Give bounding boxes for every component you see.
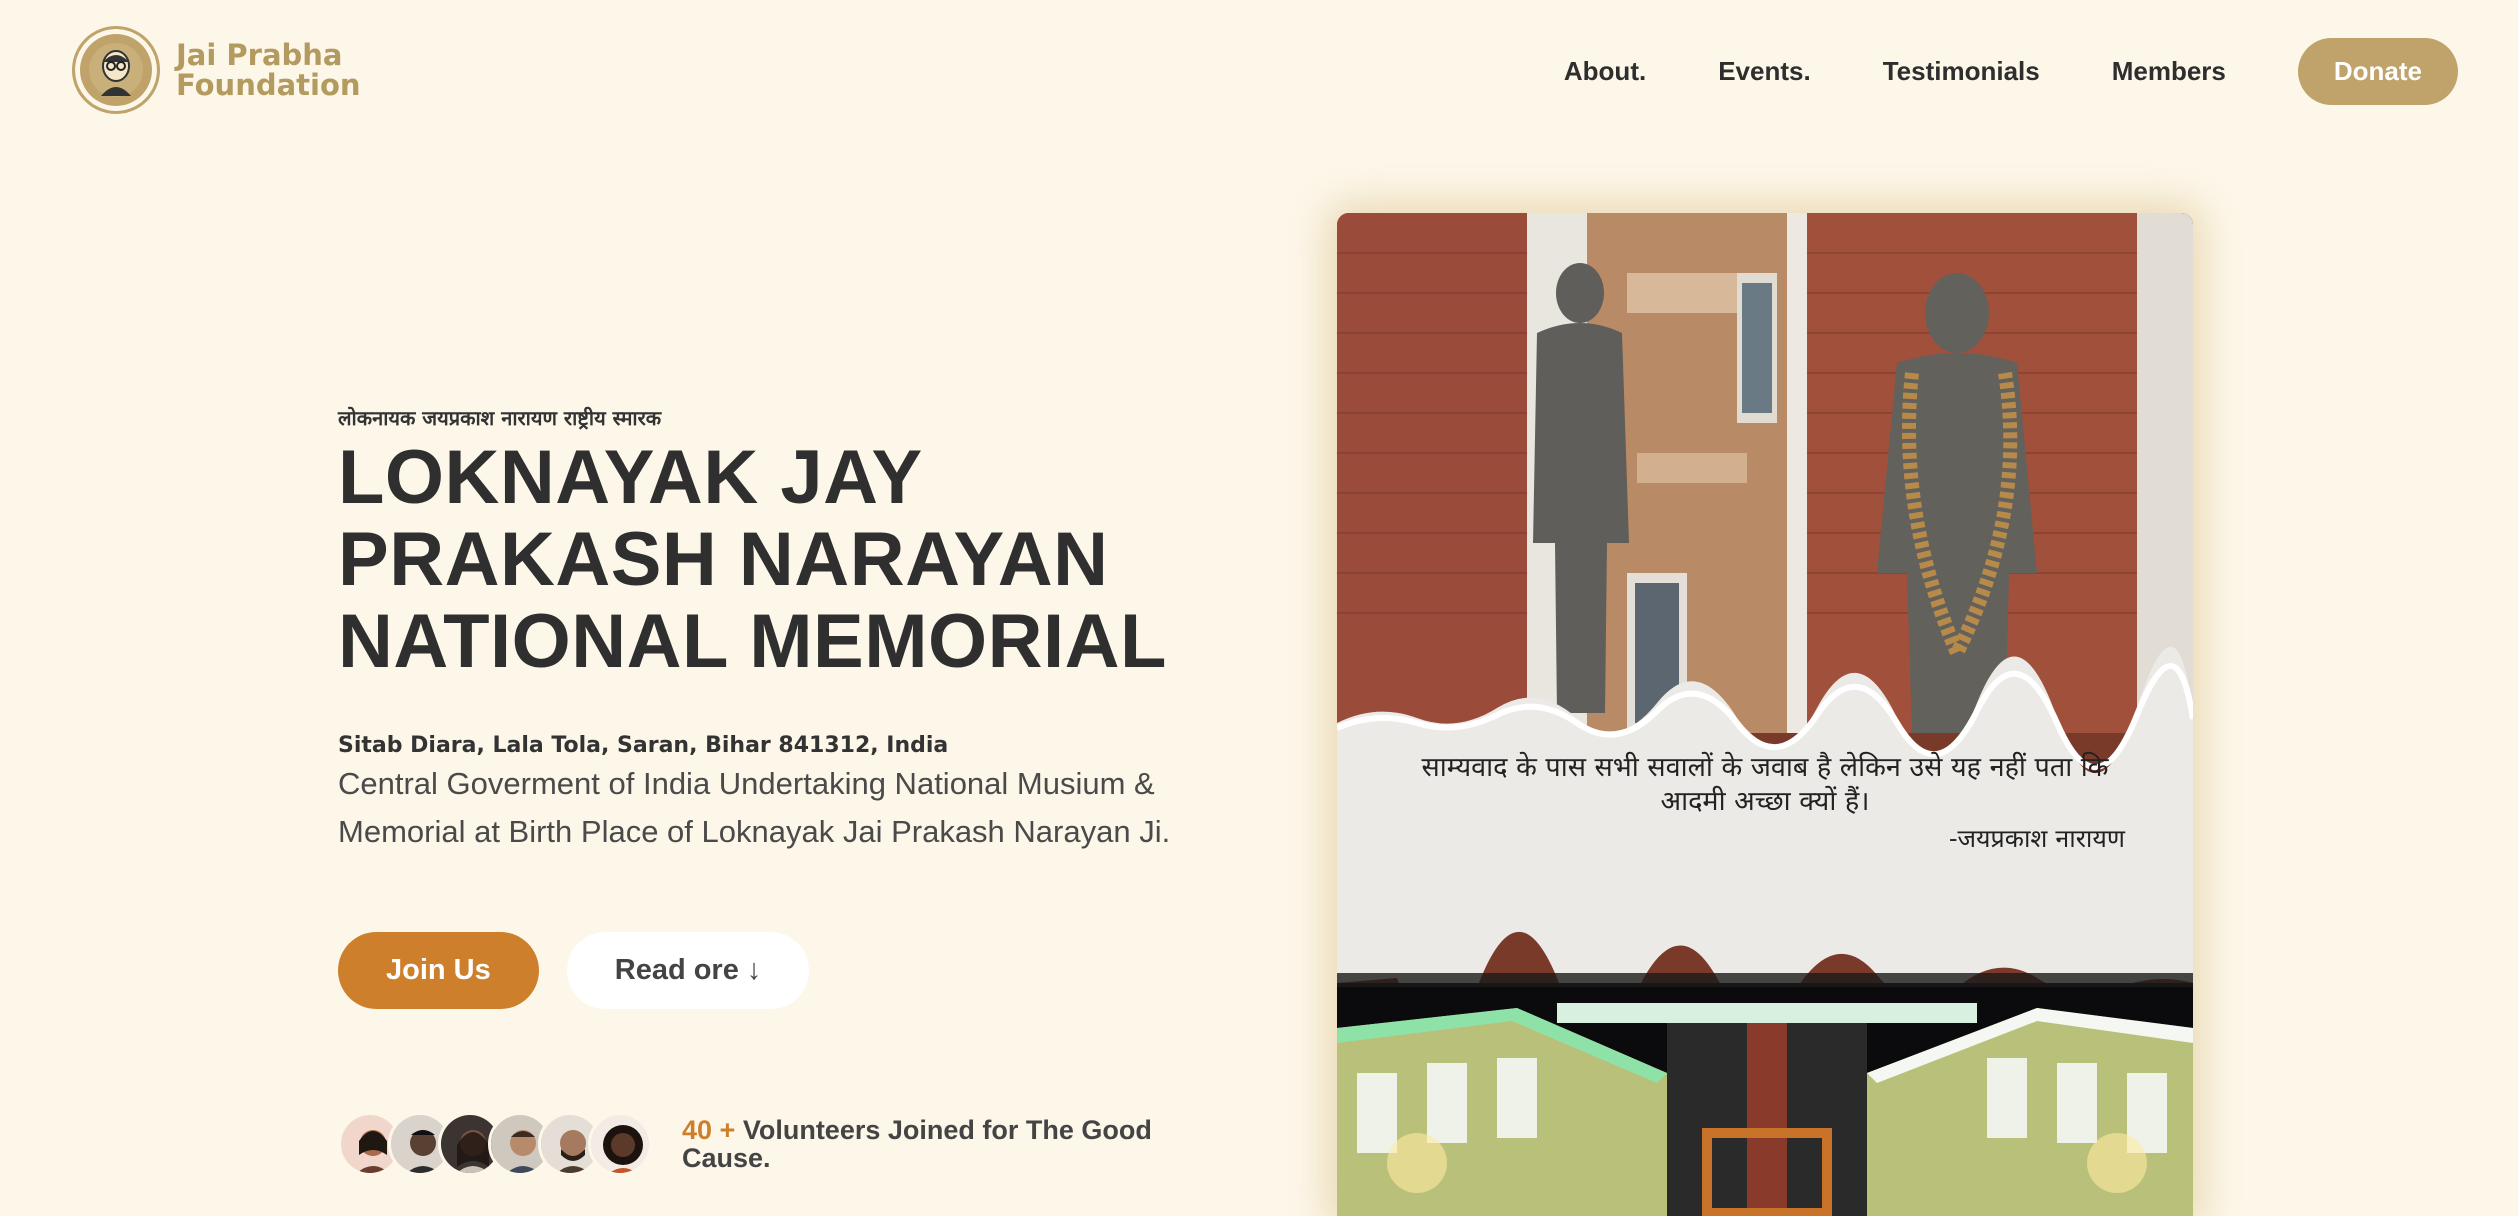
volunteers-count: 40 +	[682, 1115, 736, 1145]
logo[interactable]: Jai Prabha Foundation	[72, 26, 361, 114]
quote-box: साम्यवाद के पास सभी सवालों के जवाब है ले…	[1337, 698, 2193, 938]
read-more-button[interactable]: Read ore ↓	[566, 932, 810, 1009]
volunteer-avatars	[338, 1112, 652, 1176]
hero-title-line-2: PRAKASH NARAYAN	[338, 517, 1109, 602]
join-us-button[interactable]: Join Us	[338, 932, 539, 1009]
memorial-image-card: साम्यवाद के पास सभी सवालों के जवाब है ले…	[1337, 213, 2193, 1216]
volunteers-strip: 40 + Volunteers Joined for The Good Caus…	[338, 1112, 1202, 1176]
hero-title-line-1: LOKNAYAK JAY	[338, 435, 923, 520]
hero-description: Central Goverment of India Undertaking N…	[338, 766, 1171, 849]
hero-title-line-3: NATIONAL MEMORIAL	[338, 599, 1167, 684]
nav-about[interactable]: About.	[1564, 56, 1646, 87]
logo-line-2: Foundation	[176, 68, 361, 102]
volunteers-label: Volunteers Joined for The Good Cause.	[682, 1115, 1152, 1173]
nav-events[interactable]: Events.	[1718, 56, 1811, 87]
main-nav: About. Events. Testimonials Members Dona…	[1564, 38, 2458, 105]
quote-text: साम्यवाद के पास सभी सवालों के जवाब है ले…	[1421, 752, 2109, 817]
hero-section: लोकनायक जयप्रकाश नारायण राष्ट्रीय स्मारक…	[338, 404, 1218, 1009]
logo-seal-icon	[72, 26, 160, 114]
logo-text: Jai Prabha Foundation	[176, 40, 361, 100]
hero-buttons: Join Us Read ore ↓	[338, 932, 1218, 1009]
quote-author: -जयप्रकाश नारायण	[1949, 824, 2125, 853]
avatar	[588, 1112, 652, 1176]
hero-eyebrow: लोकनायक जयप्रकाश नारायण राष्ट्रीय स्मारक	[338, 406, 662, 430]
nav-testimonials[interactable]: Testimonials	[1883, 56, 2040, 87]
donate-button[interactable]: Donate	[2297, 38, 2458, 105]
hero-title: LOKNAYAK JAY PRAKASH NARAYAN NATIONAL ME…	[338, 437, 1218, 683]
volunteers-text: 40 + Volunteers Joined for The Good Caus…	[682, 1116, 1202, 1172]
logo-line-1: Jai Prabha	[176, 38, 343, 72]
hero-address: Sitab Diara, Lala Tola, Saran, Bihar 841…	[338, 733, 949, 758]
nav-members[interactable]: Members	[2112, 56, 2226, 87]
